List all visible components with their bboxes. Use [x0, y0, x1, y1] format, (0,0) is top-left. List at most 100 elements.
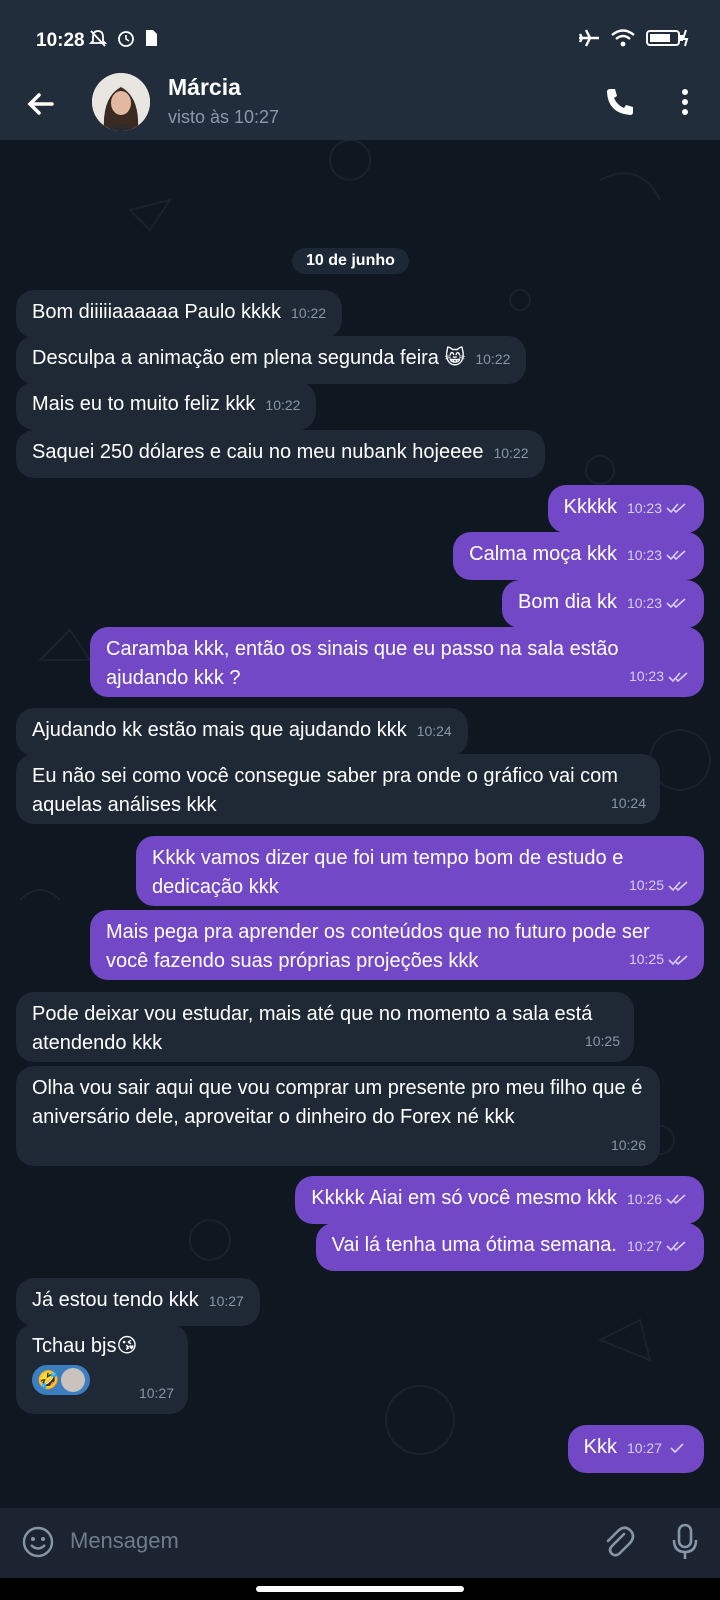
chat-header: Márcia visto às 10:27	[0, 70, 720, 140]
message-text: Kkkk vamos dizer que foi um tempo bom de…	[152, 847, 624, 898]
message-meta: 10:25	[629, 945, 690, 974]
more-options-button[interactable]	[670, 84, 700, 120]
message-time: 10:22	[493, 445, 529, 461]
paperclip-icon	[606, 1526, 635, 1557]
double-check-icon	[668, 955, 688, 966]
message-time: 10:27	[626, 1238, 662, 1254]
message-text: Tchau bjs😘	[32, 1335, 138, 1357]
status-icons-right	[578, 28, 692, 48]
double-check-icon	[666, 1194, 686, 1204]
call-button[interactable]	[602, 84, 638, 120]
message-input[interactable]: Mensagem	[70, 1528, 179, 1554]
message-time: 10:26	[626, 1191, 662, 1207]
message-text: Bom dia kk	[518, 591, 617, 613]
message-time: 10:25	[628, 877, 664, 893]
message-time: 10:26	[610, 1137, 646, 1153]
emoji-button[interactable]	[20, 1524, 56, 1560]
double-check-icon	[668, 881, 688, 892]
message-text: Pode deixar vou estudar, mais até que no…	[32, 1003, 593, 1054]
single-check-icon	[670, 1443, 684, 1453]
message-incoming[interactable]: Mais eu to muito feliz kkk 10:22	[16, 382, 317, 430]
message-time: 10:22	[291, 305, 327, 321]
message-text: Calma moça kkk	[469, 543, 617, 565]
message-time: 10:23	[626, 500, 662, 516]
airplane-icon	[578, 29, 599, 47]
message-outgoing[interactable]: Kkkk vamos dizer que foi um tempo bom de…	[136, 836, 704, 906]
message-meta: 10:25	[629, 871, 690, 900]
message-time: 10:22	[475, 351, 511, 367]
message-text: Vai lá tenha uma ótima semana.	[331, 1234, 617, 1256]
message-incoming[interactable]: Olha vou sair aqui que vou comprar um pr…	[16, 1066, 660, 1166]
message-incoming[interactable]: Desculpa a animação em plena segunda fei…	[16, 336, 527, 384]
back-button[interactable]	[22, 84, 62, 124]
message-meta: 10:23	[629, 662, 690, 691]
message-text: Desculpa a animação em plena segunda fei…	[32, 347, 466, 369]
message-incoming[interactable]: Saquei 250 dólares e caiu no meu nubank …	[16, 430, 545, 478]
message-reaction[interactable]: 🤣	[32, 1365, 91, 1395]
double-check-icon	[666, 1241, 686, 1251]
message-time: 10:27	[138, 1385, 174, 1401]
message-text: Mais pega pra aprender os conteúdos que …	[106, 921, 650, 972]
message-text: Ajudando kk estão mais que ajudando kkk	[32, 719, 407, 741]
message-outgoing[interactable]: Calma moça kkk 10:23	[453, 532, 704, 580]
message-time: 10:23	[626, 595, 662, 611]
message-text: Eu não sei como você consegue saber pra …	[32, 765, 618, 816]
message-time: 10:27	[626, 1440, 662, 1456]
mute-bell-icon	[88, 30, 108, 47]
message-time: 10:23	[628, 668, 664, 684]
message-incoming[interactable]: Eu não sei como você consegue saber pra …	[16, 754, 660, 824]
status-time: 10:28	[36, 30, 85, 51]
phone-icon	[607, 89, 633, 115]
message-incoming[interactable]: Já estou tendo kkk 10:27	[16, 1278, 260, 1326]
message-incoming[interactable]: Tchau bjs😘 🤣 10:27	[16, 1324, 188, 1414]
message-text: Kkkkk Aiai em só você mesmo kkk	[311, 1187, 617, 1209]
message-incoming[interactable]: Bom diiiiiaaaaaa Paulo kkkk 10:22	[16, 290, 343, 338]
message-time: 10:24	[416, 723, 452, 739]
message-input-bar: Mensagem	[0, 1508, 720, 1578]
message-outgoing[interactable]: Bom dia kk 10:23	[502, 580, 704, 628]
home-gesture-handle[interactable]	[256, 1586, 464, 1592]
message-outgoing[interactable]: Kkk 10:27	[567, 1425, 704, 1473]
message-text: Kkkkk	[563, 496, 617, 518]
message-text: Kkk	[583, 1436, 617, 1458]
message-outgoing[interactable]: Kkkkk 10:23	[547, 485, 704, 533]
status-icons-left	[88, 28, 158, 48]
sim-icon	[146, 30, 157, 46]
message-text: Olha vou sair aqui que vou comprar um pr…	[32, 1077, 643, 1128]
message-outgoing[interactable]: Caramba kkk, então os sinais que eu pass…	[90, 627, 704, 697]
message-time: 10:25	[628, 951, 664, 967]
voice-message-button[interactable]	[670, 1522, 700, 1562]
smiley-icon	[22, 1526, 54, 1558]
arrow-left-icon	[27, 93, 54, 115]
reaction-avatar	[61, 1368, 86, 1392]
message-text: Caramba kkk, então os sinais que eu pass…	[106, 638, 619, 689]
message-outgoing[interactable]: Vai lá tenha uma ótima semana. 10:27	[315, 1223, 704, 1271]
message-incoming[interactable]: Pode deixar vou estudar, mais até que no…	[16, 992, 634, 1062]
more-vertical-icon	[682, 89, 688, 115]
message-time: 10:25	[584, 1033, 620, 1049]
avatar[interactable]	[92, 73, 150, 131]
system-nav-bar	[0, 1578, 720, 1600]
contact-name[interactable]: Márcia	[168, 74, 241, 101]
contact-last-seen: visto às 10:27	[168, 107, 280, 127]
message-text: Bom diiiiiaaaaaa Paulo kkkk	[32, 301, 282, 323]
chat-area[interactable]: 10 de junho Bom diiiiiaaaaaa Paulo kkkk 1…	[0, 140, 720, 1508]
avatar-image	[92, 73, 150, 131]
message-text: Já estou tendo kkk	[32, 1289, 199, 1311]
message-time: 10:24	[610, 795, 646, 811]
message-text: Mais eu to muito feliz kkk	[32, 393, 256, 415]
reaction-emoji: 🤣	[37, 1370, 60, 1390]
microphone-icon	[672, 1523, 698, 1559]
message-time: 10:22	[265, 397, 301, 413]
message-outgoing[interactable]: Kkkkk Aiai em só você mesmo kkk 10:26	[295, 1176, 704, 1224]
attach-button[interactable]	[600, 1524, 636, 1560]
wifi-icon	[611, 29, 635, 47]
message-incoming[interactable]: Ajudando kk estão mais que ajudando kkk 1…	[16, 708, 468, 756]
date-separator: 10 de junho	[292, 248, 409, 274]
battery-icon	[646, 29, 689, 47]
double-check-icon	[666, 550, 686, 560]
message-time: 10:27	[208, 1293, 244, 1309]
alarm-icon	[118, 31, 134, 47]
message-outgoing[interactable]: Mais pega pra aprender os conteúdos que …	[90, 910, 704, 980]
double-check-icon	[668, 672, 688, 683]
